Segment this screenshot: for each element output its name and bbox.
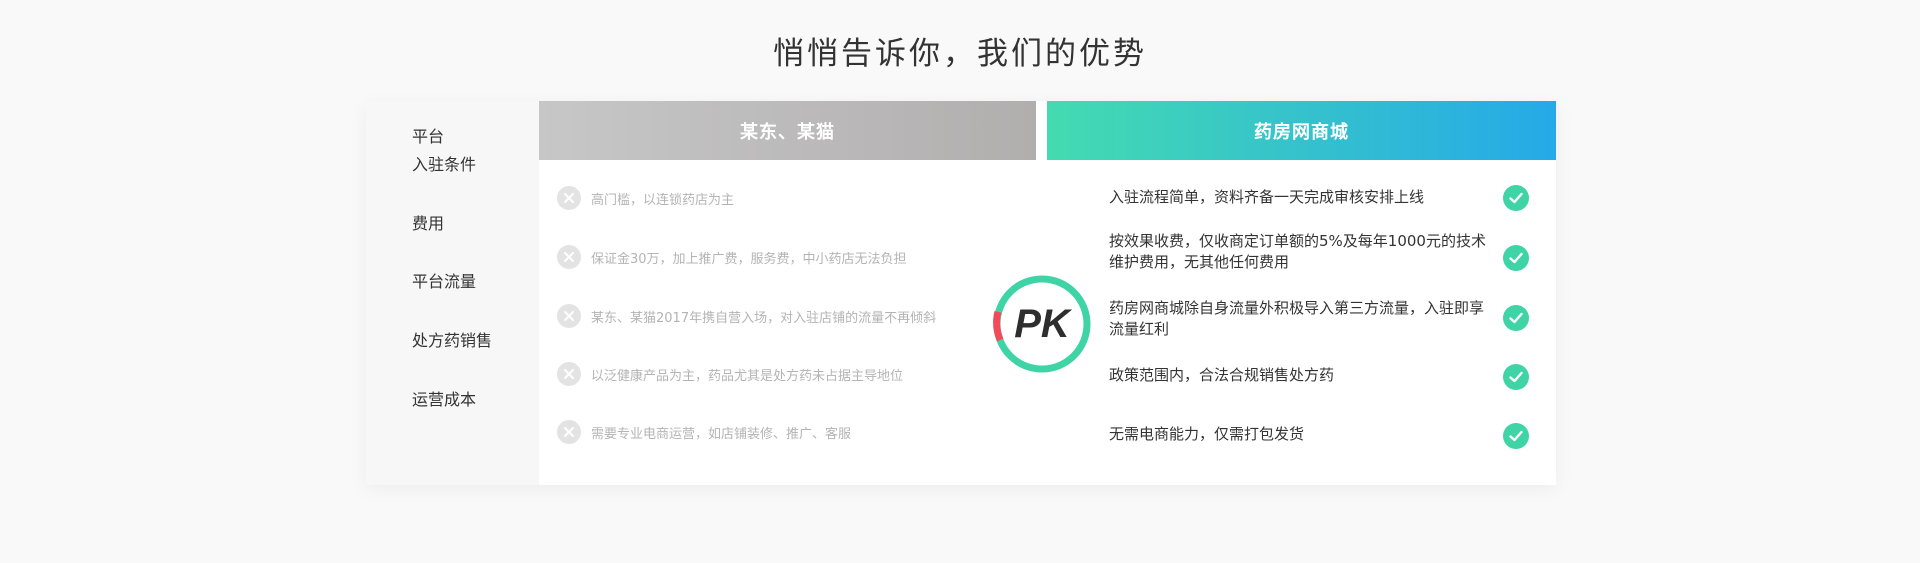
row-label-cost: 运营成本 [412, 390, 477, 409]
competitor-item-text: 高门槛，以连锁药店为主 [591, 192, 735, 208]
row-label-entry: 入驻条件 [412, 155, 477, 174]
check-icon [1503, 364, 1529, 390]
check-icon [1503, 423, 1529, 449]
comparison-card: 平台 入驻条件 费用 平台流量 处方药销售 运营成本 某东、某猫 药房网商城 高… [366, 101, 1556, 485]
row-label-fee: 费用 [412, 214, 445, 233]
ours-item-text: 药房网商城除自身流量外积极导入第三方流量，入驻即享流量红利 [1109, 299, 1485, 338]
competitor-item: 需要专业电商运营，如店铺装修、推广、客服 [557, 419, 851, 445]
competitor-item-text: 需要专业电商运营，如店铺装修、推广、客服 [591, 426, 852, 442]
x-icon [557, 362, 581, 386]
competitor-item-text: 以泛健康产品为主，药品尤其是处方药未占据主导地位 [591, 368, 904, 384]
x-icon [557, 245, 581, 269]
ours-item-text: 按效果收费，仅收商定订单额的5%及每年1000元的技术维护费用，无其他任何费用 [1109, 232, 1486, 271]
row-label-traffic: 平台流量 [412, 272, 477, 291]
competitor-item: 以泛健康产品为主，药品尤其是处方药未占据主导地位 [557, 361, 903, 387]
x-icon [557, 304, 581, 328]
pk-badge: PK [990, 272, 1094, 376]
competitor-item-text: 保证金30万，加上推广费，服务费，中小药店无法负担 [591, 251, 907, 267]
page-title: 悄悄告诉你，我们的优势 [773, 36, 1147, 72]
x-icon [557, 186, 581, 210]
ours-header: 药房网商城 [1047, 101, 1556, 160]
competitor-item-text: 某东、某猫2017年携自营入场，对入驻店铺的流量不再倾斜 [591, 310, 937, 326]
competitor-item: 某东、某猫2017年携自营入场，对入驻店铺的流量不再倾斜 [557, 303, 936, 329]
row-label-rx: 处方药销售 [412, 331, 493, 350]
competitor-item: 保证金30万，加上推广费，服务费，中小药店无法负担 [557, 244, 907, 270]
competitor-item: 高门槛，以连锁药店为主 [557, 185, 734, 211]
ours-item-text: 政策范围内，合法合规销售处方药 [1109, 366, 1335, 384]
pk-text: PK [1014, 301, 1070, 346]
check-icon [1503, 185, 1529, 211]
x-icon [557, 420, 581, 444]
row-label-platform: 平台 [412, 127, 445, 146]
competitor-header: 某东、某猫 [539, 101, 1036, 160]
ours-item-text: 入驻流程简单，资料齐备一天完成审核安排上线 [1109, 188, 1425, 206]
ours-item-text: 无需电商能力，仅需打包发货 [1109, 425, 1305, 443]
row-label-column: 平台 入驻条件 费用 平台流量 处方药销售 运营成本 [366, 101, 539, 485]
check-icon [1503, 305, 1529, 331]
check-icon [1503, 245, 1529, 271]
